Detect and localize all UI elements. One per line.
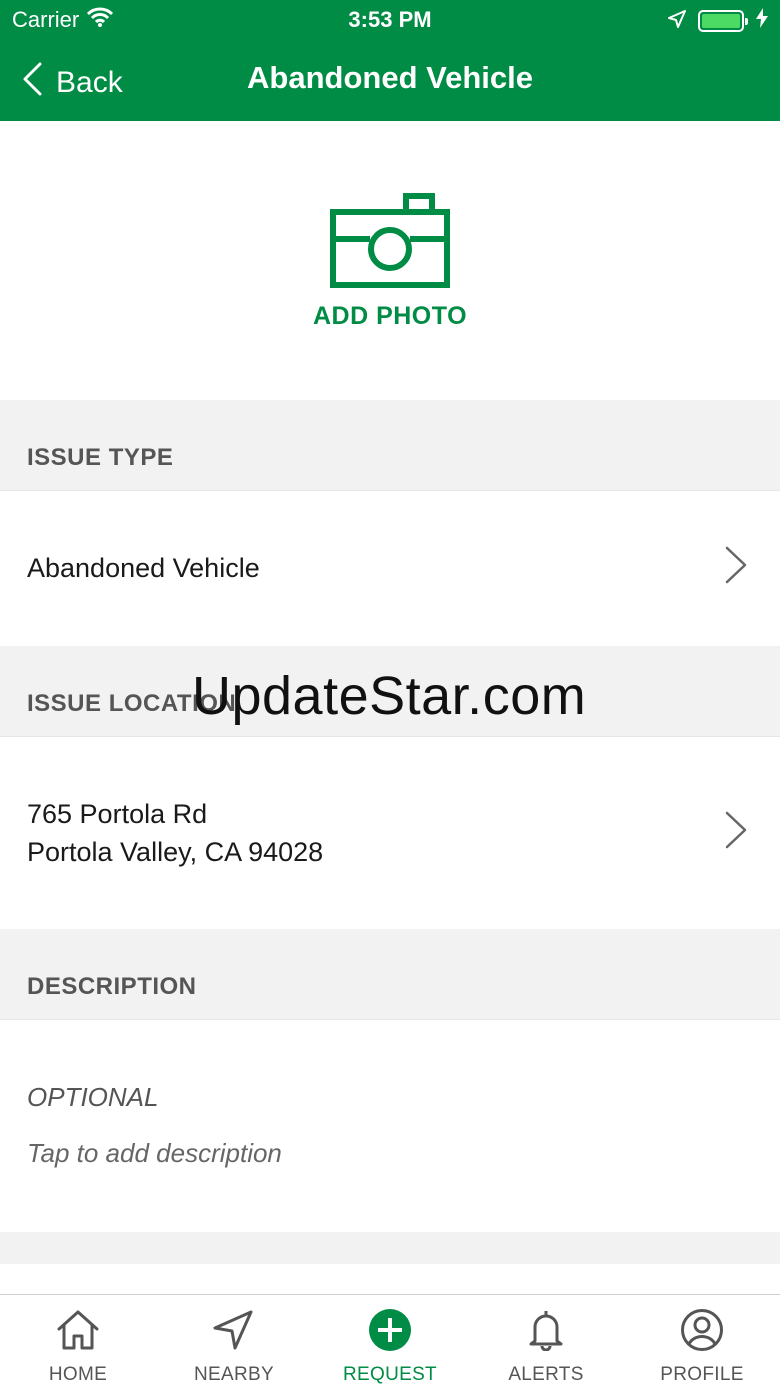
description-field[interactable]: OPTIONAL Tap to add description bbox=[0, 1019, 780, 1232]
chevron-right-icon bbox=[724, 545, 748, 592]
address-line-2: Portola Valley, CA 94028 bbox=[27, 837, 324, 867]
issue-location-header-label: ISSUE LOCATION bbox=[27, 690, 237, 717]
tab-nearby[interactable]: NEARBY bbox=[156, 1295, 312, 1387]
user-icon bbox=[679, 1309, 725, 1356]
description-header-label: DESCRIPTION bbox=[27, 973, 197, 1000]
bell-icon bbox=[523, 1309, 569, 1356]
camera-icon bbox=[330, 193, 450, 294]
address-line-1: 765 Portola Rd bbox=[27, 799, 208, 829]
location-arrow-icon bbox=[211, 1309, 257, 1356]
issue-type-row[interactable]: Abandoned Vehicle bbox=[0, 490, 780, 646]
tab-profile-label: PROFILE bbox=[660, 1364, 744, 1385]
tab-home-label: HOME bbox=[48, 1364, 108, 1385]
location-services-icon bbox=[668, 8, 686, 34]
status-bar: Carrier 3:53 PM bbox=[0, 0, 780, 40]
clock: 3:53 PM bbox=[348, 7, 432, 32]
tab-request[interactable]: REQUEST bbox=[312, 1295, 468, 1387]
home-icon bbox=[55, 1309, 101, 1356]
tab-home[interactable]: HOME bbox=[0, 1295, 156, 1387]
tab-alerts-label: ALERTS bbox=[508, 1364, 584, 1385]
page-title: Abandoned Vehicle bbox=[247, 60, 533, 95]
issue-type-header-label: ISSUE TYPE bbox=[27, 444, 174, 471]
add-photo-label: ADD PHOTO bbox=[312, 302, 468, 330]
issue-location-address: 765 Portola Rd Portola Valley, CA 94028 bbox=[27, 795, 323, 871]
description-placeholder: Tap to add description bbox=[27, 1138, 282, 1168]
section-divider bbox=[0, 1232, 780, 1264]
plus-circle-icon bbox=[367, 1309, 413, 1356]
tab-request-label: REQUEST bbox=[343, 1364, 437, 1385]
chevron-right-icon bbox=[724, 810, 748, 857]
tab-profile[interactable]: PROFILE bbox=[624, 1295, 780, 1387]
tab-alerts[interactable]: ALERTS bbox=[468, 1295, 624, 1387]
status-icons bbox=[668, 8, 768, 34]
charging-icon bbox=[756, 8, 768, 34]
issue-location-row[interactable]: 765 Portola Rd Portola Valley, CA 94028 bbox=[0, 736, 780, 929]
optional-label: OPTIONAL bbox=[27, 1082, 159, 1112]
issue-type-value: Abandoned Vehicle bbox=[27, 553, 260, 583]
battery-icon bbox=[698, 10, 748, 32]
navigation-bar: Back Abandoned Vehicle bbox=[0, 40, 780, 121]
issue-type-header: ISSUE TYPE bbox=[0, 400, 780, 490]
tab-nearby-label: NEARBY bbox=[194, 1364, 274, 1385]
add-photo-button[interactable]: ADD PHOTO bbox=[0, 121, 780, 400]
description-header: DESCRIPTION bbox=[0, 929, 780, 1019]
issue-location-header: ISSUE LOCATION bbox=[0, 646, 780, 736]
tab-bar: HOME NEARBY REQUEST ALERTS PROFILE bbox=[0, 1294, 780, 1387]
